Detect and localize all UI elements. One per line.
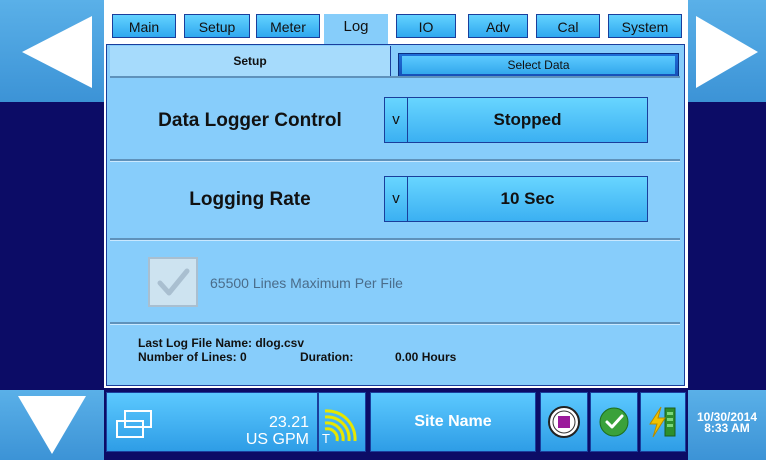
right-nav-forward[interactable]: [688, 0, 766, 102]
subtab-divider: [110, 76, 680, 78]
left-side-panel: [0, 102, 104, 390]
tab-system[interactable]: System: [608, 14, 682, 38]
signal-button[interactable]: T: [318, 392, 366, 452]
status-ok-button[interactable]: [590, 392, 638, 452]
flow-unit: US GPM: [245, 431, 309, 448]
checkmark-icon: [157, 268, 190, 296]
left-nav-back[interactable]: [0, 0, 104, 102]
logging-rate-label: Logging Rate: [189, 189, 311, 210]
logging-rate-button[interactable]: 10 Sec: [408, 176, 648, 222]
site-name: Site Name: [414, 413, 492, 430]
tab-meter[interactable]: Meter: [256, 14, 320, 38]
divider: [110, 238, 680, 241]
subtab-setup[interactable]: Setup: [110, 46, 391, 76]
divider: [110, 322, 680, 325]
tab-main[interactable]: Main: [112, 14, 176, 38]
max-lines-label: 65500 Lines Maximum Per File: [210, 275, 403, 291]
power-button[interactable]: [640, 392, 686, 452]
datetime-display: 10/30/2014 8:33 AM: [688, 411, 766, 435]
arrow-left-icon: [22, 16, 92, 88]
duration-label: Duration:: [300, 350, 354, 364]
tab-io[interactable]: IO: [396, 14, 456, 38]
signal-marker: T: [322, 431, 330, 446]
max-lines-checkbox[interactable]: [148, 257, 198, 307]
tab-log[interactable]: Log: [324, 14, 388, 44]
subtab-select-data[interactable]: Select Data: [398, 53, 679, 77]
check-circle-icon: [599, 407, 629, 437]
data-logger-dropdown-toggle[interactable]: v: [384, 97, 408, 143]
time: 8:33 AM: [704, 421, 750, 435]
arrow-down-icon: [18, 396, 86, 454]
flow-value: 23.21: [268, 414, 309, 431]
window-icon: [116, 410, 152, 438]
arrow-right-icon: [696, 16, 758, 88]
number-of-lines: Number of Lines: 0: [138, 350, 247, 364]
tab-adv[interactable]: Adv: [468, 14, 528, 38]
divider: [110, 159, 680, 162]
tab-cal[interactable]: Cal: [536, 14, 600, 38]
last-log-file-name: Last Log File Name: dlog.csv: [138, 336, 305, 350]
screen: Main Setup Meter Log IO Adv Cal System S…: [0, 0, 766, 460]
scroll-down-button[interactable]: [0, 390, 104, 460]
flow-display-button[interactable]: 23.21 US GPM: [106, 392, 318, 452]
power-battery-icon: [649, 406, 676, 438]
stop-button[interactable]: [540, 392, 588, 452]
subtab-select-data-label: Select Data: [402, 56, 675, 74]
right-side-panel: [688, 102, 766, 390]
duration-value: 0.00 Hours: [395, 350, 457, 364]
site-name-button[interactable]: Site Name: [370, 392, 536, 452]
data-logger-control-label: Data Logger Control: [158, 110, 342, 131]
stop-record-icon: [548, 406, 580, 438]
data-logger-control-button[interactable]: Stopped: [408, 97, 648, 143]
tab-setup[interactable]: Setup: [184, 14, 250, 38]
logging-rate-dropdown-toggle[interactable]: v: [384, 176, 408, 222]
